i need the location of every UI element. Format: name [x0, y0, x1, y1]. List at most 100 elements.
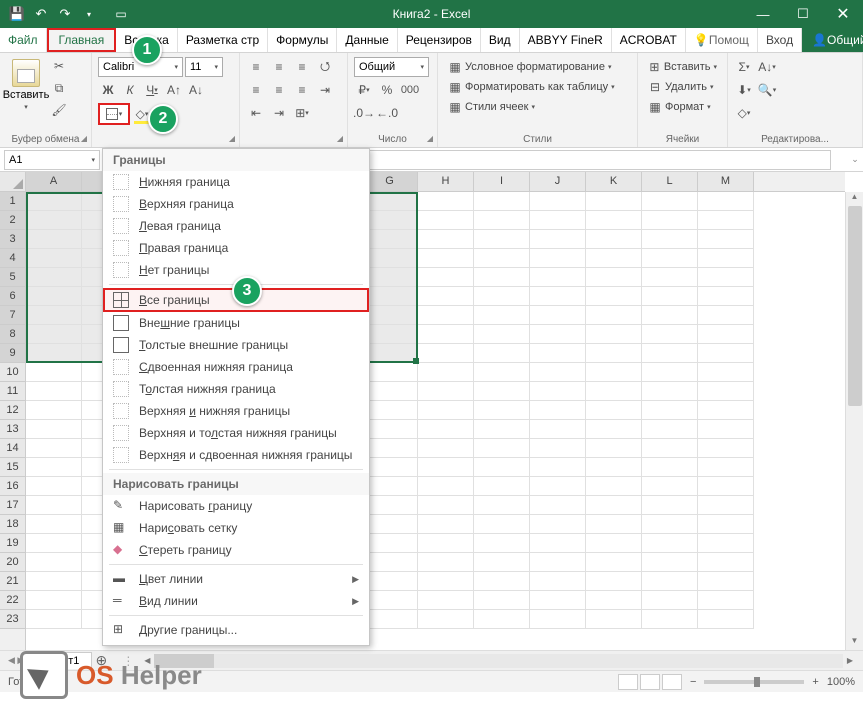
- login-link[interactable]: Вход: [758, 28, 802, 52]
- cell[interactable]: [530, 344, 586, 363]
- cell[interactable]: [586, 363, 642, 382]
- number-launcher-icon[interactable]: ◢: [427, 134, 433, 143]
- cell[interactable]: [418, 458, 474, 477]
- cell[interactable]: [474, 401, 530, 420]
- cell[interactable]: [418, 439, 474, 458]
- cell[interactable]: [698, 401, 754, 420]
- border-option-7[interactable]: Толстые внешние границы: [103, 334, 369, 356]
- undo-icon[interactable]: ↶: [30, 3, 52, 25]
- decrease-font-icon[interactable]: A↓: [186, 80, 206, 100]
- cell[interactable]: [474, 515, 530, 534]
- cell[interactable]: [586, 553, 642, 572]
- cell[interactable]: [530, 268, 586, 287]
- cell[interactable]: [418, 515, 474, 534]
- paste-button[interactable]: Вставить ▾: [6, 57, 46, 119]
- row-header-4[interactable]: 4: [0, 249, 25, 268]
- cell[interactable]: [642, 382, 698, 401]
- cell[interactable]: [530, 211, 586, 230]
- col-header-L[interactable]: L: [642, 172, 698, 191]
- cell[interactable]: [530, 192, 586, 211]
- zoom-slider[interactable]: [704, 680, 804, 684]
- cell[interactable]: [474, 363, 530, 382]
- cell[interactable]: [586, 591, 642, 610]
- zoom-value[interactable]: 100%: [827, 676, 855, 688]
- draw-border-option-1[interactable]: ▦Нарисовать сетку: [103, 517, 369, 539]
- cell[interactable]: [530, 610, 586, 629]
- cell[interactable]: [586, 268, 642, 287]
- cell[interactable]: [642, 420, 698, 439]
- cell[interactable]: [418, 420, 474, 439]
- clear-icon[interactable]: ◇▾: [734, 103, 754, 123]
- decrease-indent-icon[interactable]: ⇤: [246, 103, 266, 123]
- cell[interactable]: [642, 192, 698, 211]
- col-header-G[interactable]: G: [362, 172, 418, 191]
- cell[interactable]: [474, 553, 530, 572]
- select-all-button[interactable]: [0, 172, 26, 192]
- minimize-button[interactable]: —: [743, 0, 783, 28]
- comma-icon[interactable]: 000: [400, 80, 420, 100]
- cell[interactable]: [530, 553, 586, 572]
- align-top-icon[interactable]: ≡: [246, 57, 266, 77]
- cell[interactable]: [642, 534, 698, 553]
- row-header-16[interactable]: 16: [0, 477, 25, 496]
- cell[interactable]: [418, 401, 474, 420]
- cell[interactable]: [642, 458, 698, 477]
- row-header-9[interactable]: 9: [0, 344, 25, 363]
- cell[interactable]: [474, 211, 530, 230]
- increase-decimal-icon[interactable]: .0→: [354, 103, 374, 123]
- alignment-launcher-icon[interactable]: ◢: [337, 134, 343, 143]
- row-header-17[interactable]: 17: [0, 496, 25, 515]
- cell[interactable]: [26, 192, 82, 211]
- name-box[interactable]: A1▾: [4, 150, 100, 170]
- cell[interactable]: [26, 325, 82, 344]
- cell[interactable]: [530, 439, 586, 458]
- cell[interactable]: [586, 211, 642, 230]
- cell[interactable]: [474, 306, 530, 325]
- cell[interactable]: [474, 249, 530, 268]
- cell[interactable]: [362, 211, 418, 230]
- draw-border-option-2[interactable]: ◆Стереть границу: [103, 539, 369, 561]
- cell[interactable]: [26, 553, 82, 572]
- col-header-H[interactable]: H: [418, 172, 474, 191]
- cell[interactable]: [362, 249, 418, 268]
- cell[interactable]: [474, 344, 530, 363]
- col-header-K[interactable]: K: [586, 172, 642, 191]
- cell[interactable]: [418, 211, 474, 230]
- view-page-break-icon[interactable]: [662, 674, 682, 690]
- cell[interactable]: [362, 401, 418, 420]
- cell[interactable]: [26, 230, 82, 249]
- cell[interactable]: [474, 268, 530, 287]
- row-header-21[interactable]: 21: [0, 572, 25, 591]
- tab-home[interactable]: Главная: [47, 28, 117, 52]
- cell[interactable]: [642, 610, 698, 629]
- cell[interactable]: [698, 477, 754, 496]
- tab-data[interactable]: Данные: [337, 28, 397, 52]
- fill-icon[interactable]: ⬇▾: [734, 80, 754, 100]
- font-size-select[interactable]: 11▾: [185, 57, 223, 77]
- tab-file[interactable]: Файл: [0, 28, 47, 52]
- cell[interactable]: [362, 420, 418, 439]
- tab-acrobat[interactable]: ACROBAT: [612, 28, 686, 52]
- tab-formulas[interactable]: Формулы: [268, 28, 337, 52]
- border-option-11[interactable]: Верхняя и толстая нижняя границы: [103, 422, 369, 444]
- cell[interactable]: [362, 230, 418, 249]
- row-header-8[interactable]: 8: [0, 325, 25, 344]
- cell[interactable]: [698, 572, 754, 591]
- tab-abbyy[interactable]: ABBYY FineR: [520, 28, 612, 52]
- format-painter-icon[interactable]: 🖌: [50, 101, 68, 119]
- cell[interactable]: [418, 287, 474, 306]
- cell[interactable]: [642, 496, 698, 515]
- share-button[interactable]: 👤 Общий доступ: [802, 28, 863, 52]
- cell[interactable]: [362, 268, 418, 287]
- cell[interactable]: [698, 363, 754, 382]
- merge-icon[interactable]: ⊞▾: [292, 103, 312, 123]
- italic-button[interactable]: К: [120, 80, 140, 100]
- cell[interactable]: [530, 287, 586, 306]
- borders-button[interactable]: ▾: [98, 103, 130, 125]
- cell[interactable]: [698, 249, 754, 268]
- copy-icon[interactable]: ⧉: [50, 79, 68, 97]
- cell[interactable]: [362, 192, 418, 211]
- col-header-A[interactable]: A: [26, 172, 82, 191]
- row-header-13[interactable]: 13: [0, 420, 25, 439]
- cell[interactable]: [474, 458, 530, 477]
